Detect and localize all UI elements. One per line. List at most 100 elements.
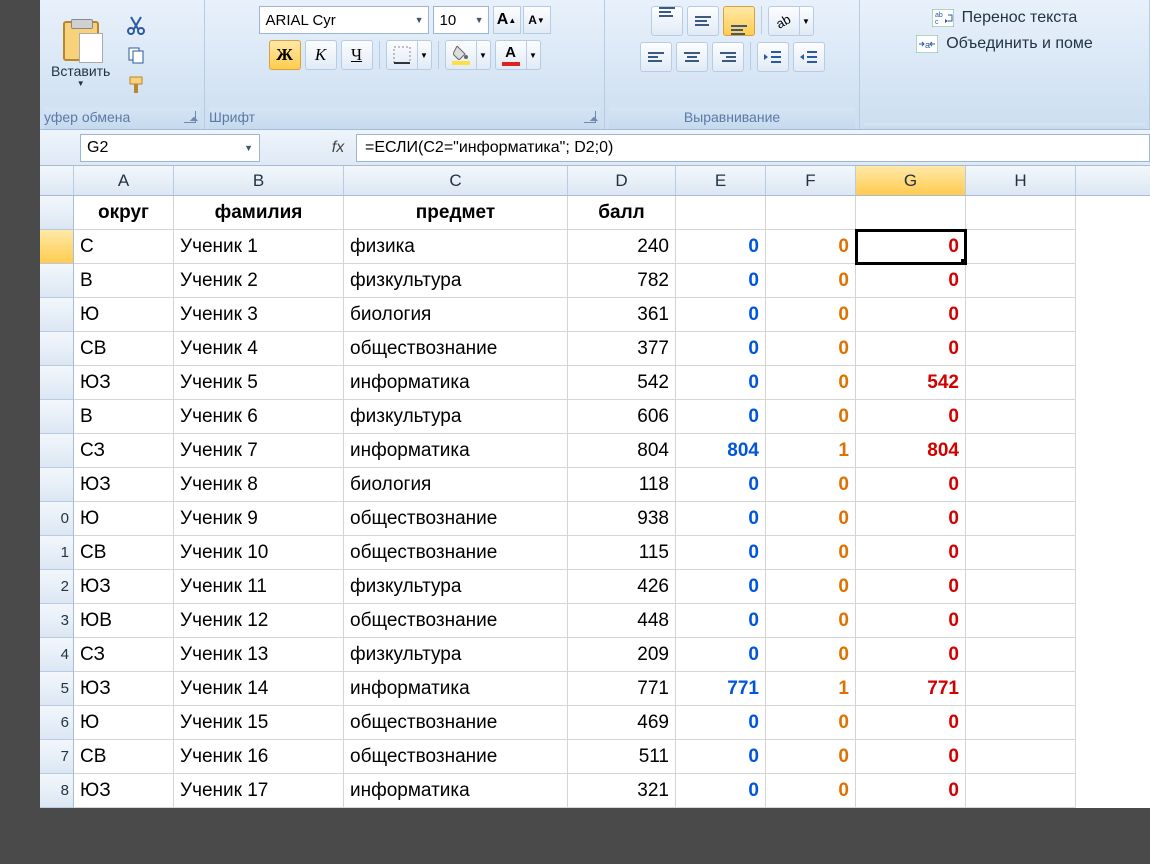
row-header[interactable] [40,230,74,264]
increase-font-button[interactable]: A▲ [493,6,521,34]
cell[interactable]: Ученик 3 [174,298,344,332]
cell[interactable]: Ученик 11 [174,570,344,604]
cell[interactable]: СВ [74,332,174,366]
cell[interactable]: 0 [676,468,766,502]
col-header-c[interactable]: C [344,166,568,195]
cell[interactable]: Ю [74,706,174,740]
cell[interactable]: 804 [676,434,766,468]
cell[interactable]: Ю [74,502,174,536]
cell[interactable]: 0 [856,400,966,434]
cell[interactable]: 804 [568,434,676,468]
decrease-indent-button[interactable] [757,42,789,72]
row-header[interactable] [40,196,74,230]
cell[interactable]: 0 [856,706,966,740]
cut-button[interactable] [123,13,149,37]
dialog-launcher-icon[interactable] [184,111,196,123]
cell[interactable]: Ученик 14 [174,672,344,706]
formula-input[interactable]: =ЕСЛИ(C2="информатика"; D2;0) [356,134,1150,162]
cell[interactable]: 361 [568,298,676,332]
row-header[interactable] [40,400,74,434]
row-header[interactable]: 0 [40,502,74,536]
cell[interactable]: 542 [568,366,676,400]
cell[interactable]: Ю [74,298,174,332]
cell[interactable]: 0 [676,740,766,774]
cell[interactable]: 0 [676,502,766,536]
cell[interactable]: 0 [766,774,856,808]
row-header[interactable] [40,434,74,468]
cell[interactable]: 0 [676,604,766,638]
cell[interactable]: 0 [856,638,966,672]
cell[interactable] [966,230,1076,264]
cell[interactable] [966,264,1076,298]
cell[interactable]: 511 [568,740,676,774]
fx-icon[interactable]: fx [326,136,350,160]
cell[interactable]: В [74,400,174,434]
cell[interactable]: ЮЗ [74,468,174,502]
cell[interactable]: обществознание [344,604,568,638]
align-right-button[interactable] [712,42,744,72]
cell[interactable]: 0 [766,400,856,434]
cell[interactable]: фамилия [174,196,344,230]
cell[interactable]: 0 [676,536,766,570]
cell[interactable] [966,774,1076,808]
cell[interactable]: 938 [568,502,676,536]
increase-indent-button[interactable] [793,42,825,72]
col-header-h[interactable]: H [966,166,1076,195]
border-button[interactable]: ▼ [386,40,432,70]
cell[interactable]: 0 [766,298,856,332]
row-header[interactable]: 1 [40,536,74,570]
cell[interactable]: 542 [856,366,966,400]
cell[interactable]: Ученик 7 [174,434,344,468]
cell[interactable]: Ученик 16 [174,740,344,774]
italic-button[interactable]: К [305,40,337,70]
cell[interactable] [966,536,1076,570]
cell[interactable]: 0 [856,468,966,502]
cell[interactable]: ЮЗ [74,366,174,400]
cell[interactable]: 321 [568,774,676,808]
cell[interactable]: Ученик 13 [174,638,344,672]
cell[interactable]: биология [344,468,568,502]
copy-button[interactable] [123,43,149,67]
align-middle-button[interactable] [687,6,719,36]
align-left-button[interactable] [640,42,672,72]
merge-cells-button[interactable]: a Объединить и поме [916,34,1093,54]
cell[interactable]: 0 [766,332,856,366]
col-header-g[interactable]: G [856,166,966,195]
cell[interactable] [966,468,1076,502]
cell[interactable]: В [74,264,174,298]
cell[interactable]: 0 [766,264,856,298]
font-color-button[interactable]: A ▼ [495,40,541,70]
cell[interactable]: 771 [856,672,966,706]
row-header[interactable]: 5 [40,672,74,706]
cell[interactable] [676,196,766,230]
row-header[interactable]: 4 [40,638,74,672]
cell[interactable]: 0 [766,536,856,570]
cell[interactable]: СЗ [74,434,174,468]
cell[interactable]: 209 [568,638,676,672]
cell[interactable]: 0 [766,502,856,536]
cell[interactable]: предмет [344,196,568,230]
cell[interactable]: 0 [676,400,766,434]
row-header[interactable] [40,366,74,400]
cell[interactable]: 0 [856,502,966,536]
cell[interactable]: 115 [568,536,676,570]
decrease-font-button[interactable]: A▼ [523,6,551,34]
cell[interactable]: 469 [568,706,676,740]
font-name-combo[interactable]: ARIAL Cyr ▼ [259,6,429,34]
cell[interactable]: 0 [766,638,856,672]
cell[interactable]: 771 [568,672,676,706]
cell[interactable]: 606 [568,400,676,434]
row-header[interactable]: 7 [40,740,74,774]
cell[interactable]: 0 [856,332,966,366]
cell[interactable]: 0 [856,230,966,264]
cell[interactable]: 0 [856,536,966,570]
cell[interactable]: 0 [856,570,966,604]
row-header[interactable] [40,264,74,298]
cell[interactable]: 0 [676,570,766,604]
cell[interactable] [966,434,1076,468]
cell[interactable]: 240 [568,230,676,264]
cell[interactable]: 0 [856,604,966,638]
cell[interactable]: 1 [766,434,856,468]
chevron-down-icon[interactable]: ▼ [418,40,432,70]
cell[interactable]: 0 [856,298,966,332]
